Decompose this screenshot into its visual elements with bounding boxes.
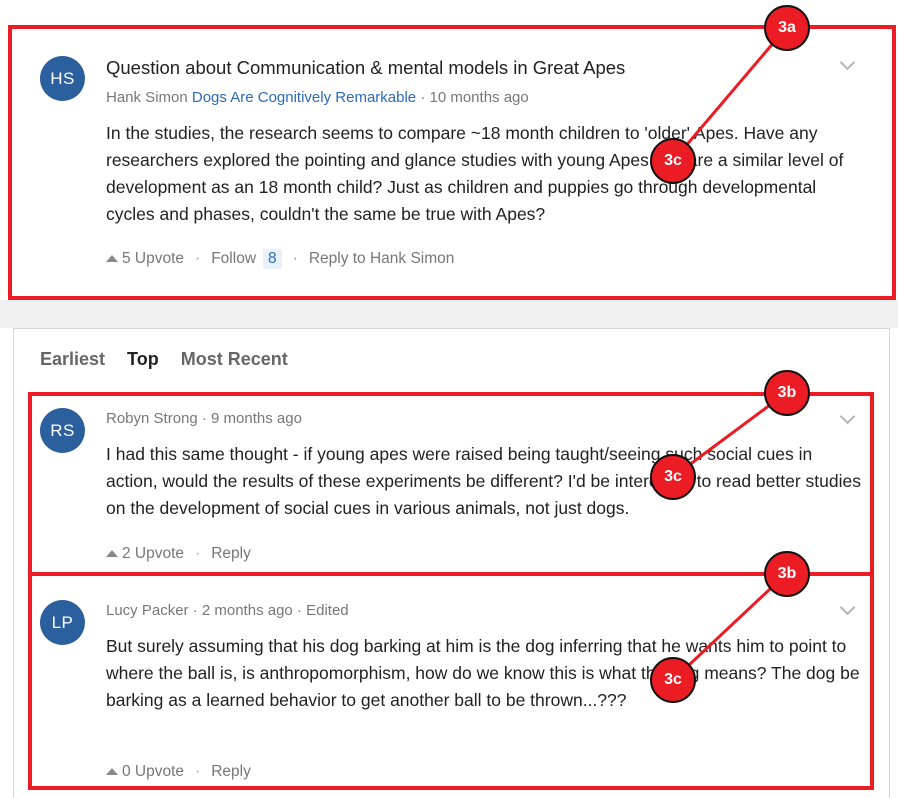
annotation-badge: 3c [650,138,696,184]
tab-top[interactable]: Top [127,349,159,370]
tab-most-recent[interactable]: Most Recent [181,349,288,370]
tab-earliest[interactable]: Earliest [40,349,105,370]
annotation-badge: 3c [650,454,696,500]
annotation-badge: 3a [764,5,810,51]
annotation-badge: 3b [764,370,810,416]
divider-strip [0,300,898,328]
annotation-box-post [8,25,896,300]
annotation-badge: 3b [764,551,810,597]
annotation-box-comment [28,572,874,790]
sort-tabs: Earliest Top Most Recent [40,349,310,370]
annotation-badge: 3c [650,657,696,703]
annotation-box-comment [28,392,874,576]
